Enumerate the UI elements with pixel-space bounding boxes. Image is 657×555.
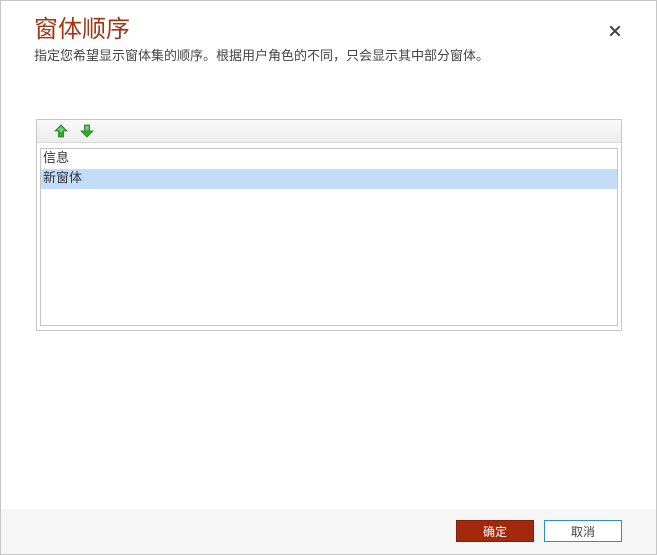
dialog-footer: 确定 取消 (1, 509, 656, 554)
arrow-up-icon[interactable] (54, 124, 68, 138)
dialog-description: 指定您希望显示窗体集的顺序。根据用户角色的不同，只会显示其中部分窗体。 (34, 49, 490, 64)
cancel-button[interactable]: 取消 (544, 520, 622, 542)
list-item[interactable]: 信息 (41, 149, 617, 169)
form-order-dialog: 窗体顺序 指定您希望显示窗体集的顺序。根据用户角色的不同，只会显示其中部分窗体。 (0, 0, 657, 555)
order-toolbar (37, 120, 621, 143)
dialog-title: 窗体顺序 (34, 15, 130, 43)
form-order-panel: 信息 新窗体 (36, 119, 622, 331)
close-icon[interactable] (605, 21, 625, 41)
form-list: 信息 新窗体 (40, 148, 618, 326)
ok-button[interactable]: 确定 (456, 520, 534, 542)
list-item-selected[interactable]: 新窗体 (41, 169, 617, 189)
arrow-down-icon[interactable] (80, 124, 94, 138)
